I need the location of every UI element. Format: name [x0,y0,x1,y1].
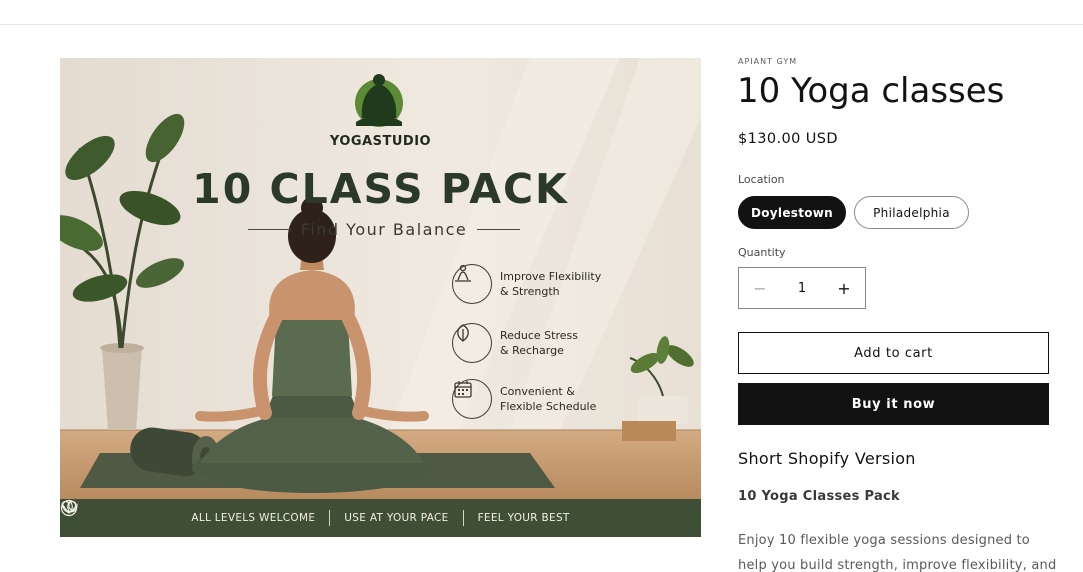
leaf-icon [452,323,492,363]
description-heading: Short Shopify Version [738,449,916,468]
divider [248,228,291,230]
tagline-row: Find Your Balance [248,218,521,240]
product-vendor: APIANT GYM [738,57,798,66]
divider [462,510,464,526]
feature-line: & Recharge [500,344,564,357]
feature-line: Improve Flexibility [500,270,602,283]
banner-item: USE AT YOUR PACE [60,499,449,524]
header-divider [0,0,1083,25]
studio-name: YOGASTUDIO [329,134,432,149]
feature-line: Reduce Stress [500,329,578,342]
image-banner: ALL LEVELS WELCOME USE AT YOUR PACE FEEL… [60,499,701,537]
buy-now-button[interactable]: Buy it now [738,383,1049,425]
divider [329,510,331,526]
add-to-cart-button[interactable]: Add to cart [738,332,1049,374]
calendar-icon [452,379,492,419]
meditation-icon [452,264,492,304]
quantity-label: Quantity [738,246,786,259]
feature-line: & Strength [500,285,560,298]
banner-item: FEEL YOUR BEST [61,500,570,524]
minus-icon[interactable]: − [739,268,781,308]
plus-icon[interactable]: + [823,268,865,308]
pack-headline: 10 CLASS PACK [192,165,569,213]
quantity-input[interactable]: 1 [781,281,823,296]
feature-line: Convenient & [500,385,575,398]
product-price: $130.00 USD [738,131,838,147]
banner-label: ALL LEVELS WELCOME [191,512,316,524]
location-option-doylestown[interactable]: Doylestown [738,196,846,229]
tagline: Find Your Balance [300,219,468,239]
feature-item: Convenient & Flexible Schedule [452,378,652,420]
feature-line: Flexible Schedule [500,400,597,413]
location-option-philadelphia[interactable]: Philadelphia [854,196,969,229]
banner-label: FEEL YOUR BEST [477,512,570,524]
divider [477,228,521,230]
product-title: 10 Yoga classes [737,71,1005,111]
description-subheading: 10 Yoga Classes Pack [738,489,900,504]
product-image[interactable]: YOGASTUDIO 10 CLASS PACK Find Your Balan… [60,58,701,537]
quantity-stepper: − 1 + [738,267,866,309]
banner-label: USE AT YOUR PACE [344,512,449,524]
feature-item: Reduce Stress & Recharge [452,322,652,364]
location-label: Location [738,173,785,186]
feature-item: Improve Flexibility & Strength [452,263,652,305]
description-body: Enjoy 10 flexible yoga sessions designed… [738,533,1057,572]
banner-item: ALL LEVELS WELCOME [62,500,316,524]
heart-icon [61,500,77,514]
